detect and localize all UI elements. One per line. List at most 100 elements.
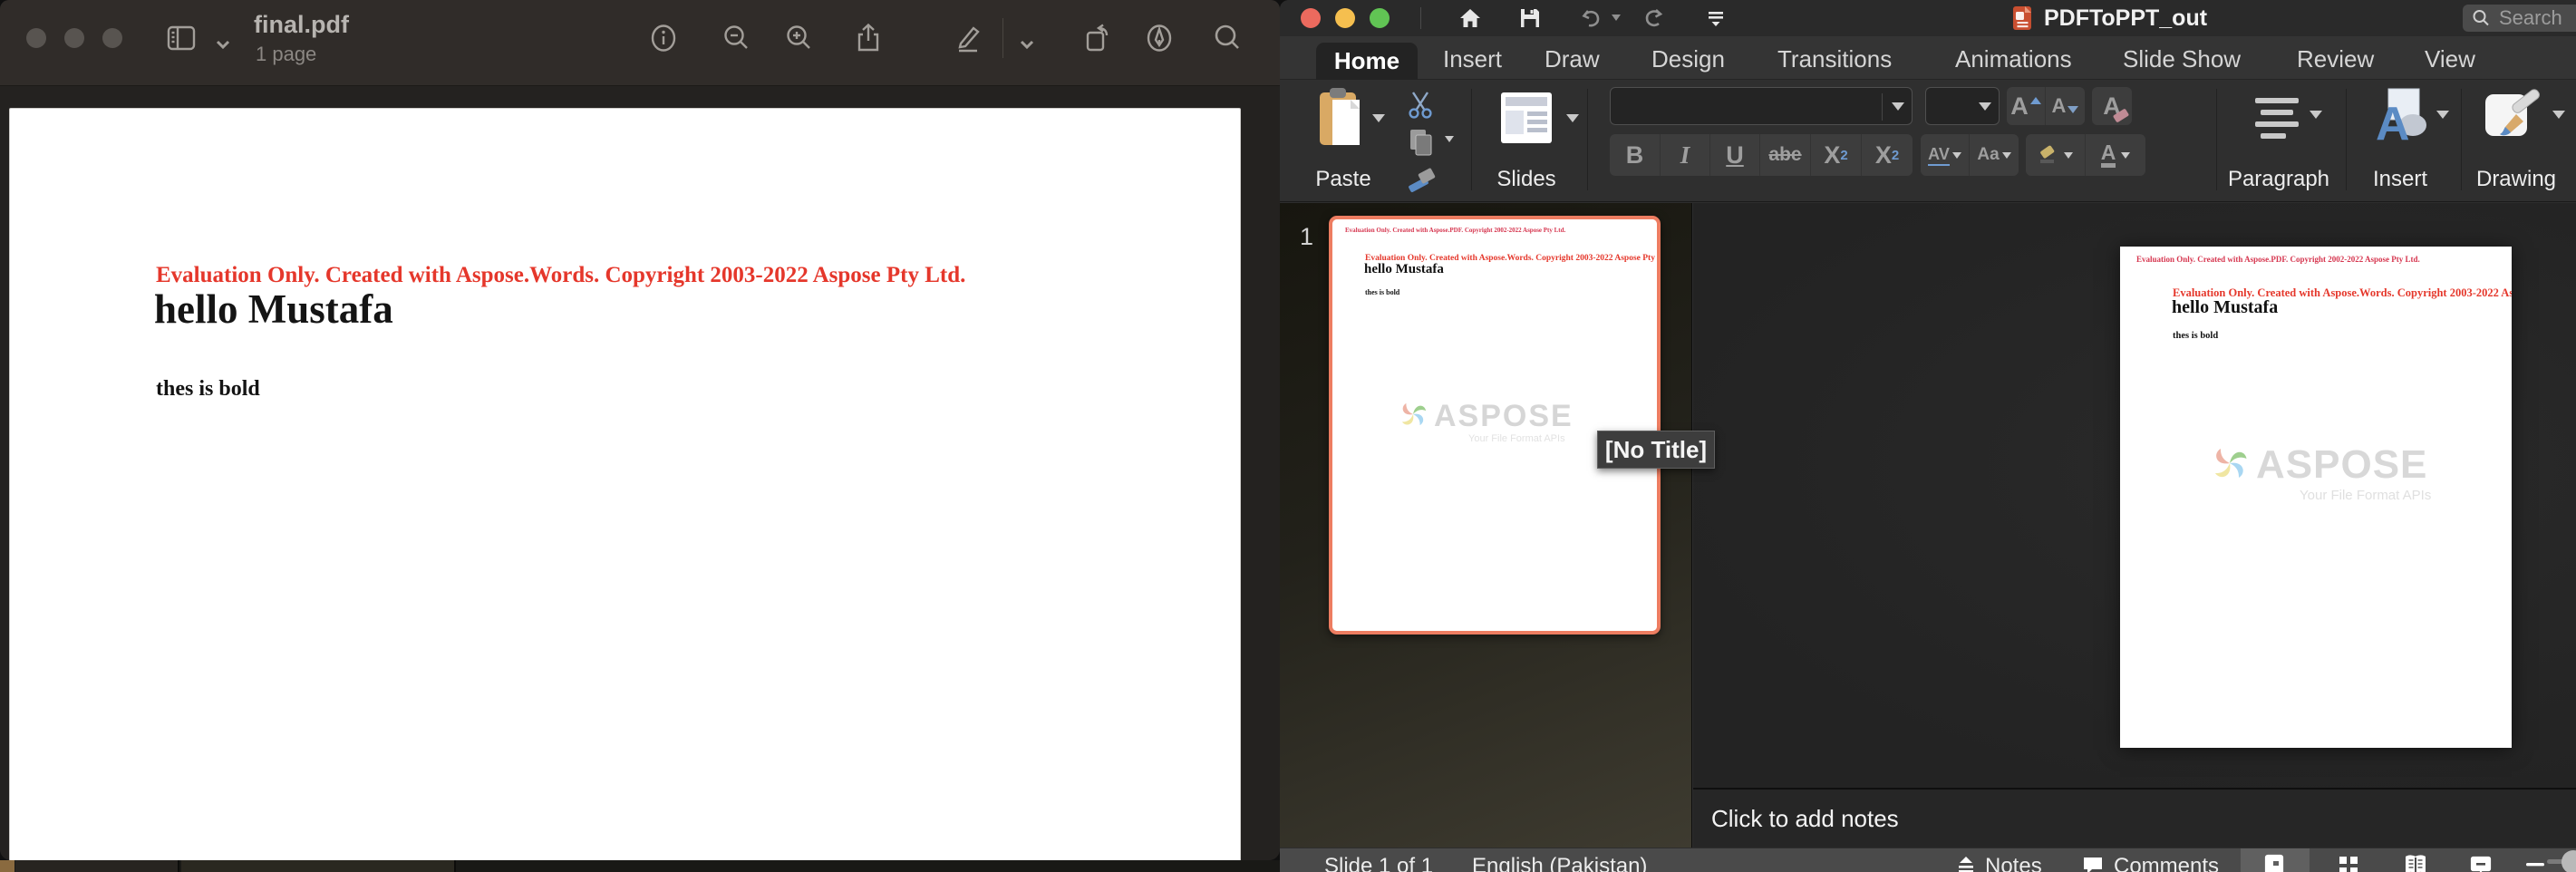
tab-home[interactable]: Home <box>1316 43 1418 80</box>
tab-draw[interactable]: Draw <box>1545 45 1600 73</box>
tab-transitions[interactable]: Transitions <box>1777 45 1892 73</box>
thumb-watermark-word: ASPOSE <box>1434 399 1574 434</box>
slides-label[interactable]: Slides <box>1488 167 1564 192</box>
comments-icon[interactable] <box>2081 853 2105 872</box>
underline-button[interactable]: U <box>1710 134 1760 176</box>
notes-pane[interactable]: Click to add notes <box>1693 788 2576 848</box>
font-name-combo[interactable] <box>1610 87 1913 125</box>
pdf-eval-line: Evaluation Only. Created with Aspose.Wor… <box>156 263 965 288</box>
slide-number: 1 <box>1300 223 1313 251</box>
notes-toggle-icon[interactable] <box>1954 853 1978 872</box>
sidebar-icon[interactable] <box>165 22 198 54</box>
paragraph-label[interactable]: Paragraph <box>2223 167 2335 192</box>
tab-view[interactable]: View <box>2425 45 2475 73</box>
undo-icon[interactable] <box>1579 6 1603 30</box>
highlight-button[interactable] <box>2026 134 2086 176</box>
copy-chevron-icon[interactable] <box>1445 136 1454 142</box>
share-icon[interactable] <box>852 22 885 54</box>
zoom-out-icon[interactable] <box>720 22 752 54</box>
undo-chevron-icon[interactable] <box>1612 15 1621 21</box>
font-size-combo[interactable] <box>1925 87 2000 125</box>
drawing-icon[interactable] <box>2484 87 2547 149</box>
markup-icon[interactable] <box>952 22 984 54</box>
pdf-page[interactable]: Evaluation Only. Created with Aspose.Wor… <box>9 108 1241 860</box>
customize-toolbar-icon[interactable] <box>1704 6 1728 30</box>
language-indicator[interactable]: English (Pakistan) <box>1472 854 1647 872</box>
paragraph-chevron-icon[interactable] <box>2310 111 2322 119</box>
tab-design[interactable]: Design <box>1651 45 1725 73</box>
insert-label[interactable]: Insert <box>2358 167 2442 192</box>
zoom-out-icon[interactable] <box>2523 853 2547 872</box>
copy-icon[interactable] <box>1407 127 1436 158</box>
slide-edit-area: Evaluation Only. Created with Aspose.PDF… <box>1693 203 2576 788</box>
close-button[interactable] <box>26 28 46 48</box>
annotate-pen-icon[interactable] <box>1143 22 1176 54</box>
font-color-button[interactable]: A <box>2086 134 2145 176</box>
redo-icon[interactable] <box>1642 6 1666 30</box>
markup-chevron-icon[interactable] <box>1011 29 1043 62</box>
sidebar-chevron-icon[interactable] <box>207 29 239 62</box>
paste-chevron-icon[interactable] <box>1372 114 1385 122</box>
font-color-chevron-icon <box>2121 152 2130 159</box>
paragraph-icon[interactable] <box>2252 94 2302 141</box>
zoom-in-icon[interactable] <box>782 22 815 54</box>
info-icon[interactable] <box>647 22 680 54</box>
bold-button[interactable]: B <box>1610 134 1661 176</box>
pdf-heading: hello Mustafa <box>154 286 393 333</box>
aspose-logo-icon <box>296 846 405 860</box>
search-box[interactable]: Search <box>2463 5 2576 32</box>
format-painter-icon[interactable] <box>1405 165 1438 196</box>
tab-review[interactable]: Review <box>2297 45 2374 73</box>
character-spacing-button[interactable]: AV <box>1921 134 1970 176</box>
strikethrough-button[interactable]: abe <box>1760 134 1811 176</box>
zoom-window-button[interactable] <box>102 28 122 48</box>
search-placeholder: Search <box>2499 6 2562 30</box>
search-icon[interactable] <box>1211 22 1244 54</box>
notes-toggle-label[interactable]: Notes <box>1985 854 2042 872</box>
close-button[interactable] <box>1301 8 1321 28</box>
minimize-button[interactable] <box>1335 8 1355 28</box>
slide-watermark-tagline: Your File Format APIs <box>2300 488 2431 503</box>
tab-animations[interactable]: Animations <box>1955 45 2072 73</box>
reading-view-icon[interactable] <box>2404 853 2427 872</box>
slideshow-view-icon[interactable] <box>2469 853 2493 872</box>
toolbar-divider <box>1002 18 1003 58</box>
paste-icon[interactable] <box>1314 87 1367 150</box>
preview-window: final.pdf 1 page <box>0 0 1280 860</box>
desktop-strip-segment <box>15 860 179 872</box>
save-icon[interactable] <box>1518 6 1542 30</box>
zoom-slider-knob[interactable] <box>2561 850 2576 872</box>
normal-view-icon[interactable] <box>2262 853 2286 872</box>
zoom-window-button[interactable] <box>1370 8 1390 28</box>
minimize-button[interactable] <box>64 28 84 48</box>
decrease-font-button[interactable]: A <box>2046 87 2085 125</box>
slide-sorter-icon[interactable] <box>2337 853 2360 872</box>
tab-slide-show[interactable]: Slide Show <box>2123 45 2241 73</box>
superscript-button[interactable]: X 2 <box>1811 134 1862 176</box>
comments-label[interactable]: Comments <box>2114 854 2219 872</box>
document-title-group: PDFToPPT_out <box>2011 0 2207 36</box>
insert-shapes-icon[interactable]: A <box>2370 87 2430 149</box>
slide-thumbnail[interactable]: Evaluation Only. Created with Aspose.PDF… <box>1329 216 1661 635</box>
subscript-button[interactable]: X 2 <box>1862 134 1913 176</box>
home-icon[interactable] <box>1458 6 1482 30</box>
thumb-watermark-tagline: Your File Format APIs <box>1468 433 1565 444</box>
italic-button[interactable]: I <box>1661 134 1710 176</box>
slides-chevron-icon[interactable] <box>1566 114 1579 122</box>
document-title: PDFToPPT_out <box>2044 5 2207 32</box>
clear-formatting-button[interactable]: A <box>2092 87 2132 125</box>
slide-canvas[interactable]: Evaluation Only. Created with Aspose.PDF… <box>2120 247 2512 748</box>
cut-icon[interactable] <box>1405 89 1436 120</box>
paste-label[interactable]: Paste <box>1307 167 1380 192</box>
pdf-body-text: thes is bold <box>156 377 260 402</box>
powerpoint-file-icon <box>2011 5 2035 31</box>
new-slide-icon[interactable] <box>1497 87 1555 149</box>
slide-watermark-word: ASPOSE <box>2256 442 2427 488</box>
insert-chevron-icon[interactable] <box>2436 111 2449 119</box>
drawing-label[interactable]: Drawing <box>2469 167 2563 192</box>
change-case-button[interactable]: Aa <box>1970 134 2019 176</box>
drawing-chevron-icon[interactable] <box>2552 111 2565 119</box>
tab-insert[interactable]: Insert <box>1443 45 1502 73</box>
increase-font-button[interactable]: A <box>2007 87 2046 125</box>
rotate-icon[interactable] <box>1080 22 1113 54</box>
